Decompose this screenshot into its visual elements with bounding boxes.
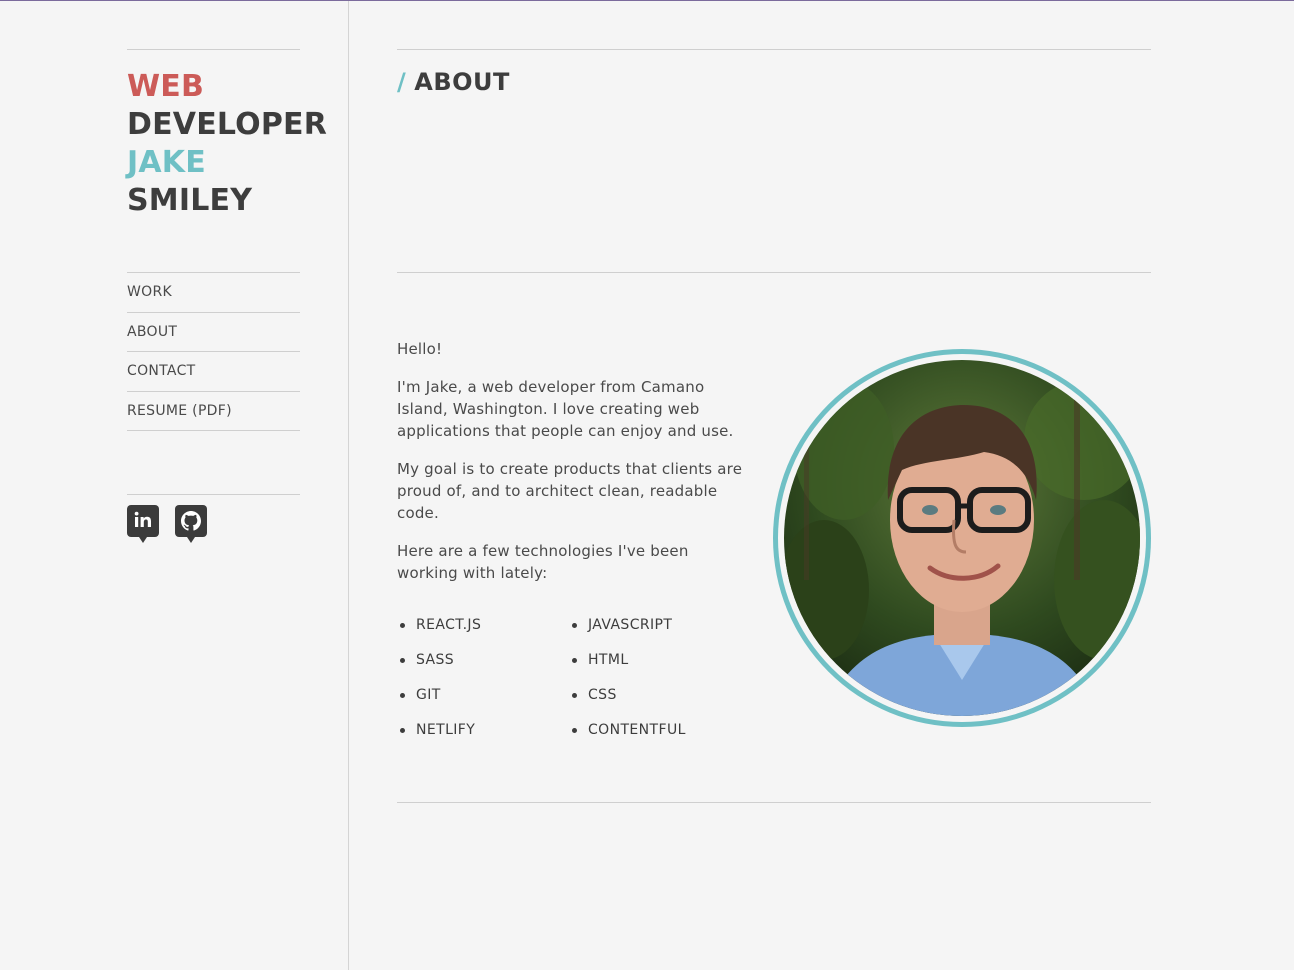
tech-item: CSS [569,684,741,719]
tech-item: CONTENTFUL [569,719,741,754]
nav-item-resume[interactable]: RESUME (PDF) [127,392,300,431]
about-tech-intro: Here are a few technologies I've been wo… [397,542,689,582]
site-brand: WEB DEVELOPER JAKE SMILEY [127,68,327,220]
sidebar: WEB DEVELOPER JAKE SMILEY WORK ABOUT CON… [0,1,349,970]
technology-list: REACT.JS JAVASCRIPT SASS HTML GIT CSS NE… [397,614,757,754]
tech-item: NETLIFY [397,719,569,754]
brand-line-developer: DEVELOPER [127,107,328,142]
nav-item-work[interactable]: WORK [127,273,300,313]
main-top-divider [397,49,1151,50]
about-intro: I'm Jake, a web developer from Camano Is… [397,378,734,440]
page-title: / ABOUT [397,68,510,96]
about-goal: My goal is to create products that clien… [397,460,743,522]
sidebar-nav: WORK ABOUT CONTACT RESUME (PDF) [127,273,300,431]
tech-item: GIT [397,684,569,719]
about-text: Hello! I'm Jake, a web developer from Ca… [397,338,747,600]
social-divider [127,494,300,495]
profile-photo [784,360,1140,716]
nav-item-contact[interactable]: CONTACT [127,352,300,392]
title-text: ABOUT [414,68,510,96]
tech-item: JAVASCRIPT [569,614,741,649]
tech-item: REACT.JS [397,614,569,649]
main-header-divider [397,272,1151,273]
nav-item-about[interactable]: ABOUT [127,313,300,352]
tech-item: SASS [397,649,569,684]
brand-line-jake: JAKE [127,145,206,180]
profile-photo-frame [773,349,1151,727]
about-greeting: Hello! [397,340,443,358]
brand-line-smiley: SMILEY [127,183,253,218]
linkedin-icon[interactable] [127,505,159,543]
title-slash: / [397,68,407,96]
brand-line-web: WEB [127,69,205,104]
tech-item: HTML [569,649,741,684]
github-icon[interactable] [175,505,207,543]
main-bottom-divider [397,802,1151,803]
sidebar-divider [127,49,300,50]
